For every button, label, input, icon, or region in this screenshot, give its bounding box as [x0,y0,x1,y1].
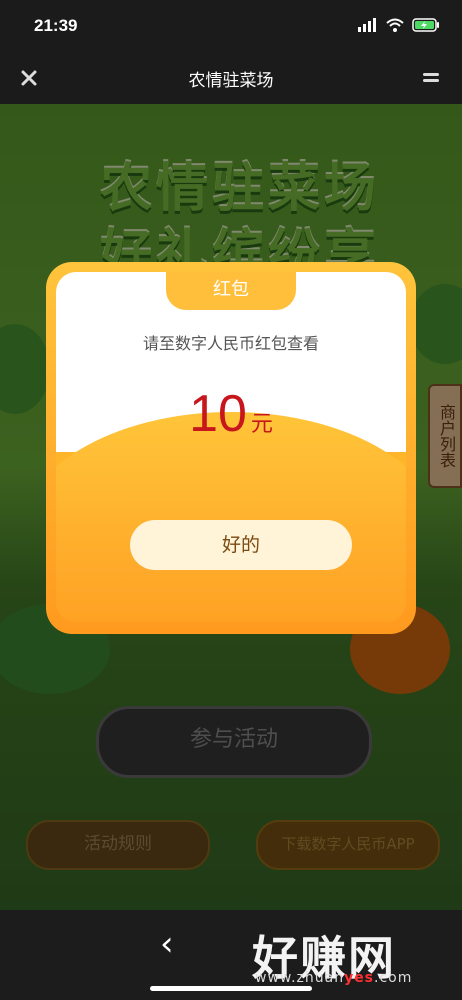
watermark-url-prefix: www.zhuan [255,970,345,986]
amount-value: 10 [189,385,247,443]
dialog-tab-label: 红包 [166,272,296,310]
status-bar: 21:39 [0,0,462,52]
menu-icon[interactable] [420,67,442,89]
amount-display: 10 元 [56,384,406,444]
nav-bar: 农情驻菜场 [0,52,462,104]
watermark-url-highlight: yes [344,970,375,986]
status-time: 21:39 [34,16,78,35]
page-title: 农情驻菜场 [188,71,274,91]
battery-charging-icon [412,18,439,32]
watermark-url: www.zhuanyes.com [255,970,412,986]
ok-button[interactable]: 好的 [130,520,352,570]
dialog-subtitle: 请至数字人民币红包查看 [142,334,319,353]
signal-icon [358,18,376,32]
amount-unit: 元 [250,412,273,437]
watermark-url-suffix: .com [374,970,413,986]
red-packet-dialog: 红包 请至数字人民币红包查看 10 元 好的 [46,262,416,634]
dialog-card: 红包 请至数字人民币红包查看 10 元 好的 [56,272,406,622]
wifi-icon [386,18,404,32]
home-indicator[interactable] [150,986,312,991]
status-icons [358,18,440,32]
back-arrow-icon[interactable]: ‹ [160,926,186,966]
